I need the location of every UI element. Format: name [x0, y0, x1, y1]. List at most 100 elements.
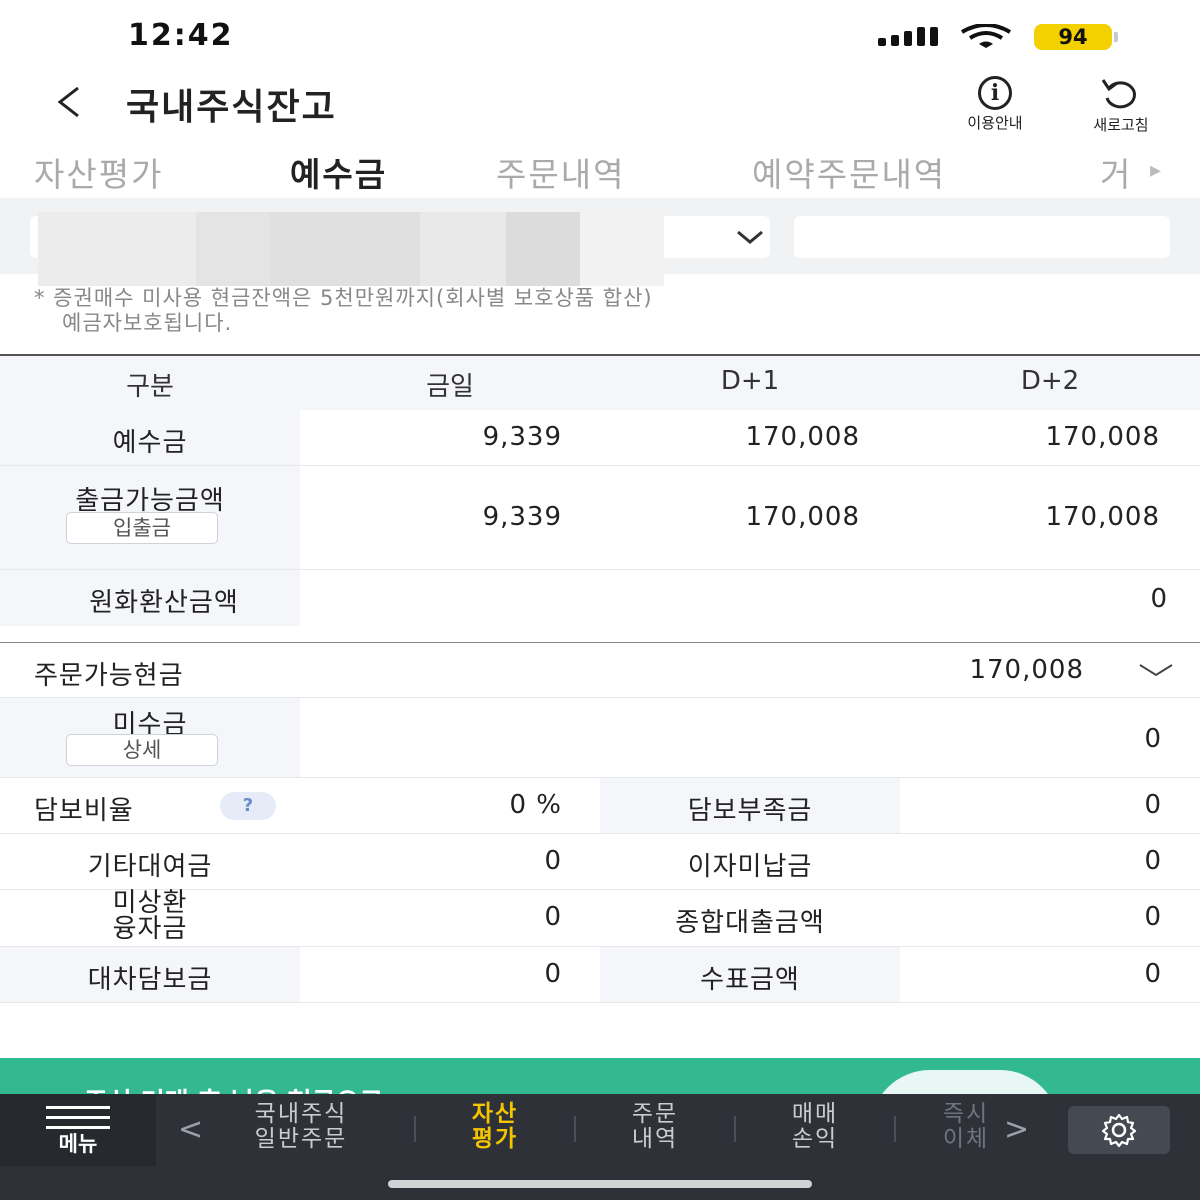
tab-asset-valuation[interactable]: 자산평가: [34, 148, 163, 196]
page-title: 국내주식잔고: [126, 87, 337, 128]
refresh-button[interactable]: 새로고침: [1066, 76, 1176, 136]
notice-line-2: 예금자보호됩니다.: [62, 311, 233, 335]
settings-button[interactable]: [1068, 1106, 1170, 1154]
notice-line-1: * 증권매수 미사용 현금잔액은 5천만원까지(회사별 보호상품 합산): [34, 286, 653, 310]
collateral-check-row: 대차담보금 0 수표금액 0: [0, 947, 1200, 1003]
nav-domestic-order[interactable]: 국내주식 일반주문: [226, 1102, 376, 1152]
unrepaid-loan-value: 0: [544, 902, 562, 932]
withdrawable-row: 출금가능금액 입출금 9,339 170,008 170,008: [0, 466, 1200, 570]
app-header: 국내주식잔고 i 이용안내 새로고침: [0, 70, 1200, 140]
password-field[interactable]: [794, 216, 1170, 258]
receivable-detail-button[interactable]: 상세: [66, 734, 218, 766]
masked-account-number: [580, 212, 664, 286]
receivable-row: 미수금 상세 0: [0, 698, 1200, 778]
nav-asset-valuation-line-2: 평가: [471, 1126, 519, 1152]
header-today: 금일: [426, 372, 474, 402]
unpaid-interest-value: 0: [1144, 846, 1162, 876]
collateral-ratio-value: 0 %: [509, 790, 562, 820]
orderable-cash-row[interactable]: 주문가능현금 170,008: [0, 643, 1200, 698]
check-amount-label: 수표금액: [700, 965, 800, 995]
deposit-d2: 170,008: [1045, 422, 1160, 452]
receivable-value: 0: [1144, 724, 1162, 754]
menu-label: 메뉴: [58, 1132, 98, 1156]
lending-collateral-label: 대차담보금: [87, 965, 213, 995]
withdrawable-d1: 170,008: [745, 502, 860, 532]
deposit-today: 9,339: [482, 422, 562, 452]
nav-domestic-order-line-1: 국내주식: [254, 1101, 348, 1127]
refresh-icon: [1101, 79, 1136, 109]
masked-account-number: [506, 212, 580, 286]
deposit-withdraw-button[interactable]: 입출금: [66, 512, 218, 544]
orderable-cash-label: 주문가능현금: [34, 661, 184, 691]
back-button[interactable]: [50, 82, 90, 122]
nav-scroll-left-icon[interactable]: <: [178, 1112, 203, 1147]
collateral-shortfall-label: 담보부족금: [687, 796, 813, 826]
deposit-d1: 170,008: [745, 422, 860, 452]
collateral-shortfall-value: 0: [1144, 790, 1162, 820]
loan-row: 기타대여금 0 이자미납금 0: [0, 834, 1200, 890]
nav-asset-valuation[interactable]: 자산 평가: [420, 1102, 570, 1152]
nav-order-history-line-2: 내역: [631, 1126, 679, 1152]
header-d1: D+1: [720, 366, 780, 396]
balance-table-header: 구분 금일 D+1 D+2: [0, 356, 1200, 410]
nav-trade-profit-line-2: 손익: [791, 1126, 839, 1152]
gear-icon: [1101, 1113, 1137, 1148]
tab-scroll-right-icon[interactable]: ▸: [1150, 158, 1161, 183]
status-time: 12:42: [128, 18, 234, 53]
info-icon: i: [978, 76, 1012, 110]
collateral-row: 담보비율 ? 0 % 담보부족금 0: [0, 778, 1200, 834]
nav-scroll-right-icon[interactable]: >: [1004, 1112, 1029, 1147]
wifi-icon: [960, 23, 1012, 48]
nav-domestic-order-line-2: 일반주문: [254, 1126, 348, 1152]
header-category: 구분: [126, 372, 174, 402]
withdrawable-today: 9,339: [482, 502, 562, 532]
tab-deposit[interactable]: 예수금: [290, 148, 387, 196]
unrepaid-loan-label-1: 미상환: [112, 888, 188, 918]
tab-reserved-order-history[interactable]: 예약주문내역: [752, 148, 946, 196]
tab-bar: 자산평가 예수금 주문내역 예약주문내역 거 ▸: [0, 140, 1200, 198]
repayment-row: 미상환 융자금 0 종합대출금액 0: [0, 890, 1200, 947]
header-d2: D+2: [1020, 366, 1080, 396]
nav-order-history[interactable]: 주문 내역: [580, 1102, 730, 1152]
deposit-label: 예수금: [112, 428, 188, 458]
refresh-label: 새로고침: [1093, 116, 1149, 134]
chevron-left-icon: [57, 86, 79, 118]
other-loan-value: 0: [544, 846, 562, 876]
tab-order-history[interactable]: 주문내역: [496, 148, 625, 196]
krw-converted-row: 원화환산금액 0: [0, 570, 1200, 626]
cellular-signal-icon: [878, 26, 938, 46]
orderable-cash-value: 170,008: [969, 655, 1084, 685]
collateral-ratio-label: 담보비율: [34, 796, 134, 826]
masked-account-number: [270, 212, 420, 286]
home-indicator[interactable]: [388, 1180, 812, 1188]
total-loan-label: 종합대출금액: [675, 908, 825, 938]
chevron-down-icon[interactable]: [730, 222, 770, 252]
unrepaid-loan-label-2: 융자금: [112, 914, 188, 944]
menu-button[interactable]: 메뉴: [0, 1094, 156, 1166]
krw-converted-label: 원화환산금액: [89, 588, 239, 618]
help-icon[interactable]: ?: [220, 792, 276, 820]
lending-collateral-value: 0: [544, 959, 562, 989]
status-bar: 12:42 94: [0, 0, 1200, 70]
info-label: 이용안내: [967, 114, 1023, 132]
masked-account-number: [420, 212, 506, 286]
promo-banner[interactable]: 주식 거래 후 남은 현금으로: [0, 1058, 1200, 1098]
masked-account-number: [196, 212, 270, 286]
account-select[interactable]: [30, 212, 770, 286]
tab-more[interactable]: 거: [1100, 148, 1132, 196]
check-amount-value: 0: [1144, 959, 1162, 989]
battery-cap: [1114, 32, 1118, 42]
expand-chevron-icon[interactable]: [1136, 655, 1176, 689]
other-loan-label: 기타대여금: [87, 852, 213, 882]
total-loan-value: 0: [1144, 902, 1162, 932]
nav-order-history-line-1: 주문: [631, 1101, 679, 1127]
unpaid-interest-label: 이자미납금: [687, 852, 813, 882]
nav-asset-valuation-line-1: 자산: [471, 1101, 519, 1127]
battery-indicator: 94: [1034, 24, 1112, 50]
nav-trade-profit-line-1: 매매: [791, 1101, 839, 1127]
info-button[interactable]: i 이용안내: [940, 76, 1050, 136]
account-selector-area: [0, 198, 1200, 286]
deposit-row: 예수금 9,339 170,008 170,008: [0, 410, 1200, 466]
deposit-protection-notice: * 증권매수 미사용 현금잔액은 5천만원까지(회사별 보호상품 합산) 예금자…: [34, 286, 1154, 336]
nav-trade-profit[interactable]: 매매 손익: [740, 1102, 890, 1152]
